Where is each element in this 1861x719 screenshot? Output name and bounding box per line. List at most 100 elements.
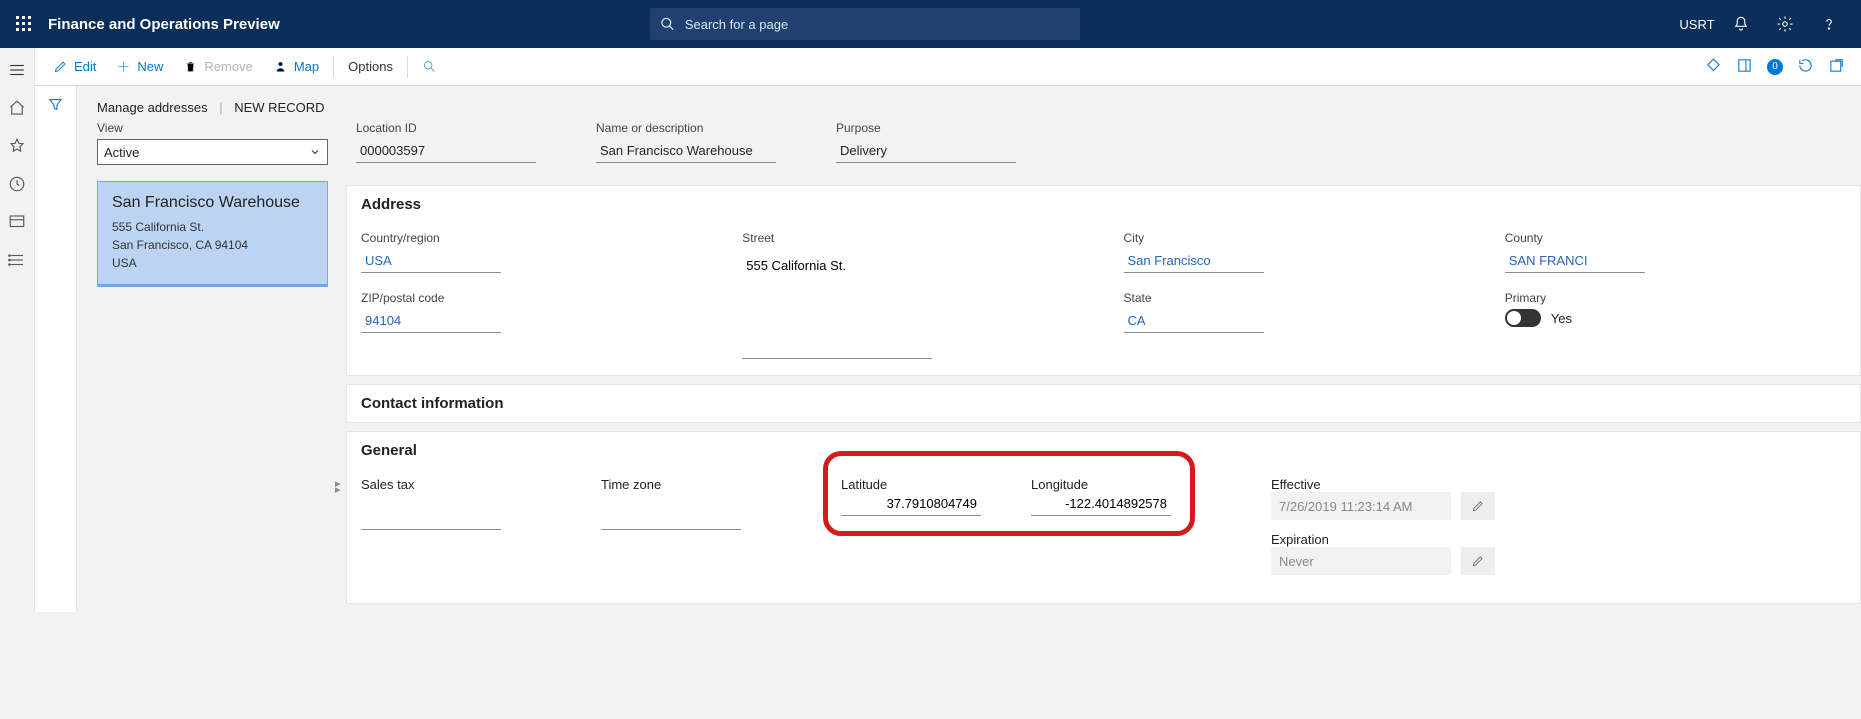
new-label: New	[137, 59, 163, 74]
salestax-field[interactable]	[361, 506, 501, 530]
app-title: Finance and Operations Preview	[48, 16, 280, 33]
refresh-icon[interactable]	[1797, 57, 1814, 77]
primary-label: Primary	[1505, 291, 1846, 305]
left-rail	[0, 48, 35, 612]
timezone-label: Time zone	[601, 477, 801, 492]
company-picker[interactable]: USRT	[1675, 0, 1719, 48]
remove-button[interactable]: Remove	[173, 48, 262, 86]
expiration-label: Expiration	[1271, 532, 1495, 547]
remove-label: Remove	[204, 59, 252, 74]
toolbar-divider	[333, 56, 334, 78]
pencil-icon	[53, 59, 68, 74]
diamond-icon[interactable]	[1705, 57, 1722, 77]
settings-icon[interactable]	[1763, 0, 1807, 48]
global-search-input[interactable]	[683, 16, 1070, 33]
search-icon	[422, 59, 437, 74]
zip-label: ZIP/postal code	[361, 291, 702, 305]
attachments-count[interactable]: 0	[1767, 59, 1783, 75]
workspaces-icon[interactable]	[7, 212, 27, 232]
section-general-title: General	[361, 442, 417, 459]
options-button[interactable]: Options	[338, 48, 403, 86]
address-list-card[interactable]: San Francisco Warehouse 555 California S…	[97, 181, 328, 287]
expiration-field	[1271, 547, 1451, 575]
modules-icon[interactable]	[7, 250, 27, 270]
street-label: Street	[742, 231, 1083, 245]
crumb-root[interactable]: Manage addresses	[97, 100, 208, 115]
section-address: Address Country/region ZIP/postal code	[346, 185, 1861, 376]
effective-label: Effective	[1271, 477, 1495, 492]
county-field[interactable]	[1505, 249, 1645, 273]
country-label: Country/region	[361, 231, 702, 245]
popout-icon[interactable]	[1828, 57, 1845, 77]
section-general-header[interactable]: General	[347, 432, 1860, 469]
street-field-extra[interactable]	[742, 335, 932, 359]
name-label: Name or description	[596, 121, 776, 135]
purpose-label: Purpose	[836, 121, 1016, 135]
county-label: County	[1505, 231, 1846, 245]
longitude-field[interactable]	[1031, 492, 1171, 516]
location-id-value[interactable]: 000003597	[356, 139, 536, 163]
toolbar-divider	[407, 56, 408, 78]
purpose-value[interactable]: Delivery	[836, 139, 1016, 163]
map-button[interactable]: Map	[263, 48, 329, 86]
filter-column	[35, 86, 77, 612]
app-launcher-icon[interactable]	[0, 0, 48, 48]
notifications-icon[interactable]	[1719, 0, 1763, 48]
section-contact-title: Contact information	[361, 395, 504, 412]
effective-field	[1271, 492, 1451, 520]
new-button[interactable]: New	[106, 48, 173, 86]
breadcrumb: Manage addresses | NEW RECORD	[77, 86, 1861, 121]
card-line: 555 California St.	[112, 218, 313, 236]
state-field[interactable]	[1124, 309, 1264, 333]
longitude-label: Longitude	[1031, 477, 1171, 492]
section-contact: Contact information	[346, 384, 1861, 423]
expiration-edit-button[interactable]	[1461, 547, 1495, 575]
name-value[interactable]: San Francisco Warehouse	[596, 139, 776, 163]
city-label: City	[1124, 231, 1465, 245]
street-field[interactable]	[742, 253, 932, 277]
section-contact-header[interactable]: Contact information	[347, 385, 1860, 422]
pencil-icon	[1471, 554, 1485, 568]
salestax-label: Sales tax	[361, 477, 561, 492]
map-label: Map	[294, 59, 319, 74]
edit-label: Edit	[74, 59, 96, 74]
city-field[interactable]	[1124, 249, 1264, 273]
header-fields: Location ID 000003597 Name or descriptio…	[346, 121, 1861, 177]
edit-button[interactable]: Edit	[43, 48, 106, 86]
action-toolbar: Edit New Remove Map Options	[35, 48, 1861, 86]
top-nav: Finance and Operations Preview USRT	[0, 0, 1861, 48]
view-value: Active	[104, 145, 139, 160]
person-pin-icon	[273, 59, 288, 74]
splitter-handle[interactable]: ▸▸	[335, 481, 341, 493]
primary-toggle[interactable]	[1505, 309, 1541, 327]
view-select[interactable]: Active	[97, 139, 328, 165]
funnel-icon[interactable]	[47, 96, 64, 612]
card-title: San Francisco Warehouse	[112, 194, 313, 212]
zip-field[interactable]	[361, 309, 501, 333]
plus-icon	[116, 59, 131, 74]
pencil-icon	[1471, 499, 1485, 513]
view-label: View	[97, 121, 328, 135]
home-icon[interactable]	[7, 98, 27, 118]
primary-value: Yes	[1551, 311, 1572, 326]
timezone-field[interactable]	[601, 506, 741, 530]
nav-hamburger-icon[interactable]	[7, 60, 27, 80]
card-line: USA	[112, 254, 313, 272]
section-address-header[interactable]: Address	[347, 186, 1860, 223]
favorites-icon[interactable]	[7, 136, 27, 156]
section-general: General Sales tax	[346, 431, 1861, 604]
chevron-down-icon	[309, 146, 321, 158]
find-button[interactable]	[412, 48, 447, 86]
recent-icon[interactable]	[7, 174, 27, 194]
open-panel-icon[interactable]	[1736, 57, 1753, 77]
state-label: State	[1124, 291, 1465, 305]
search-icon	[660, 16, 675, 32]
latitude-label: Latitude	[841, 477, 981, 492]
options-label: Options	[348, 59, 393, 74]
effective-edit-button[interactable]	[1461, 492, 1495, 520]
help-icon[interactable]	[1807, 0, 1851, 48]
location-id-label: Location ID	[356, 121, 536, 135]
latitude-field[interactable]	[841, 492, 981, 516]
country-field[interactable]	[361, 249, 501, 273]
global-search[interactable]	[650, 8, 1080, 40]
